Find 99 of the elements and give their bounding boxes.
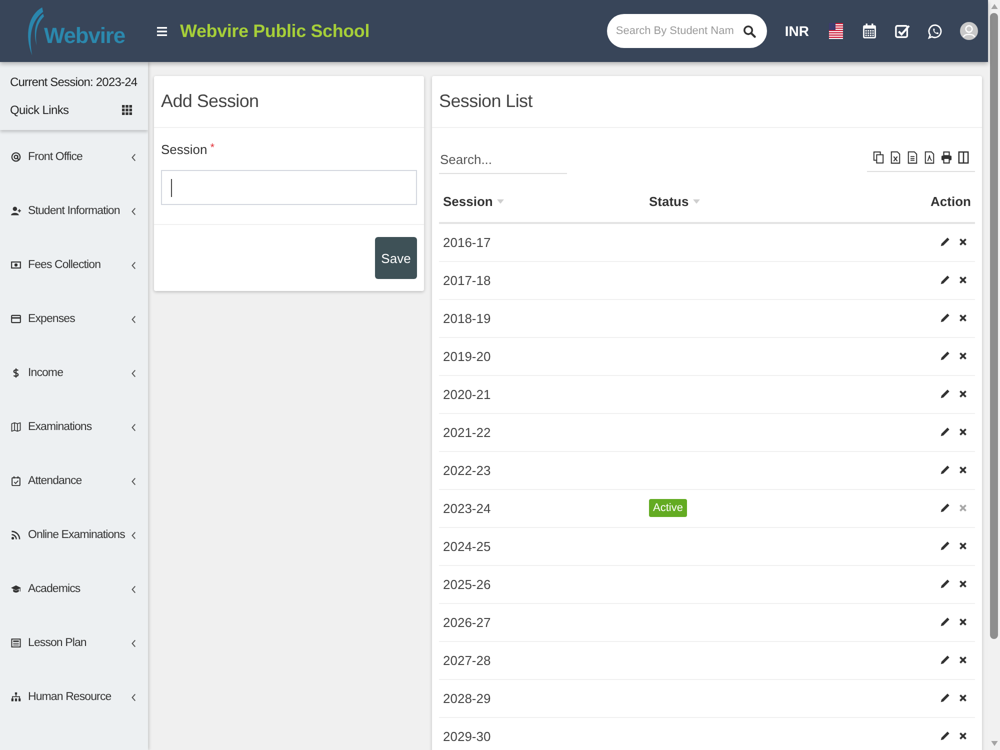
- table-cell: 2022-23: [439, 451, 645, 489]
- table-cell: 2025-26: [439, 565, 645, 603]
- sidebar-item[interactable]: Fees Collection: [0, 238, 148, 292]
- scrollbar-thumb[interactable]: [990, 13, 998, 639]
- table-cell: 2029-30: [439, 717, 645, 750]
- sidebar-item[interactable]: Expenses: [0, 292, 148, 346]
- sort-icon: [692, 199, 700, 204]
- cross-icon[interactable]: [959, 656, 967, 664]
- session-input[interactable]: [161, 170, 417, 205]
- current-session-label: Current Session: 2023-24: [10, 75, 138, 89]
- status-badge: Active: [649, 499, 687, 517]
- text-cursor: [171, 178, 172, 196]
- sidebar-item[interactable]: Income: [0, 346, 148, 400]
- copy-icon[interactable]: [873, 151, 884, 164]
- graduation-cap-icon: [11, 584, 21, 594]
- sidebar-item[interactable]: Online Examinations: [0, 508, 148, 562]
- sidebar-item[interactable]: Front Office: [0, 130, 148, 184]
- feed-icon: [11, 530, 21, 540]
- card-icon: [11, 314, 21, 324]
- currency-button[interactable]: INR: [784, 23, 809, 39]
- field-label: Session: [161, 142, 208, 157]
- sidebar-item[interactable]: Academics: [0, 562, 148, 616]
- cross-icon[interactable]: [959, 276, 967, 284]
- user-plus-icon: [11, 206, 21, 216]
- cross-icon[interactable]: [959, 352, 967, 360]
- column-header[interactable]: Status: [649, 194, 700, 209]
- pencil-icon[interactable]: [940, 389, 950, 399]
- print-icon[interactable]: [941, 151, 952, 164]
- search-field[interactable]: Search...: [439, 146, 567, 174]
- card-title: Session List: [439, 91, 532, 112]
- pencil-icon[interactable]: [940, 503, 950, 513]
- pdf-file-icon[interactable]: [924, 151, 935, 164]
- grid-icon[interactable]: [122, 105, 132, 115]
- table-cell: 2027-28: [439, 641, 645, 679]
- banknote-icon: [11, 260, 21, 270]
- pencil-icon[interactable]: [940, 237, 950, 248]
- save-button[interactable]: Save: [375, 237, 417, 279]
- pencil-icon[interactable]: [940, 465, 950, 475]
- search-button[interactable]: [738, 14, 767, 48]
- sitemap-icon: [11, 692, 21, 702]
- table-cell: 2017-18: [439, 261, 645, 299]
- column-header: Action: [930, 194, 971, 209]
- sidebar-item[interactable]: Lesson Plan: [0, 616, 148, 670]
- avatar-icon[interactable]: [960, 22, 978, 40]
- spreadsheet-file-icon[interactable]: [890, 151, 901, 164]
- cross-icon[interactable]: [959, 314, 967, 322]
- search-field[interactable]: Search By Student Nam: [606, 14, 739, 48]
- document-icon: [11, 638, 21, 648]
- sidebar-item[interactable]: Attendance: [0, 454, 148, 508]
- calendar-check-icon: [11, 476, 21, 486]
- table-cell: 2020-21: [439, 375, 645, 413]
- pencil-icon[interactable]: [940, 541, 950, 551]
- cross-icon[interactable]: [959, 542, 967, 550]
- quick-links-label: Quick Links: [10, 103, 69, 117]
- cross-icon[interactable]: [959, 618, 967, 626]
- cross-icon[interactable]: [959, 238, 967, 246]
- columns-icon[interactable]: [958, 151, 969, 164]
- required-mark: *: [210, 142, 215, 154]
- table-cell: 2023-24: [439, 489, 645, 527]
- table-cell: 2028-29: [439, 679, 645, 717]
- sort-icon: [496, 199, 504, 204]
- pencil-icon[interactable]: [940, 731, 950, 742]
- pencil-icon[interactable]: [940, 313, 950, 323]
- pencil-icon[interactable]: [940, 693, 950, 703]
- table-cell: 2019-20: [439, 337, 645, 375]
- sidebar-item[interactable]: Examinations: [0, 400, 148, 454]
- cross-icon[interactable]: [959, 732, 967, 740]
- check-square-icon[interactable]: [895, 24, 910, 38]
- cross-icon[interactable]: [959, 390, 967, 398]
- column-header[interactable]: Session: [443, 194, 504, 209]
- school-title: Webvire Public School: [180, 20, 370, 42]
- phone-bubble-icon[interactable]: [928, 24, 943, 38]
- pencil-icon[interactable]: [940, 617, 950, 627]
- logo-text: Webvire: [44, 23, 125, 49]
- text-file-icon[interactable]: [907, 151, 918, 164]
- dollar-icon: [11, 368, 21, 378]
- pencil-icon[interactable]: [940, 579, 950, 589]
- table-cell: 2026-27: [439, 603, 645, 641]
- calendar-icon[interactable]: [863, 23, 876, 39]
- table-cell: 2018-19: [439, 299, 645, 337]
- card-title: Add Session: [161, 91, 259, 112]
- pencil-icon[interactable]: [940, 351, 950, 361]
- map-icon: [11, 422, 21, 432]
- cross-icon[interactable]: [959, 466, 967, 474]
- at-sign-icon: [11, 152, 21, 162]
- table-cell: 2024-25: [439, 527, 645, 565]
- menu-icon[interactable]: [157, 26, 167, 36]
- pencil-icon[interactable]: [940, 275, 950, 285]
- flag-icon[interactable]: [829, 23, 843, 39]
- table-cell: 2016-17: [439, 223, 645, 261]
- pencil-icon[interactable]: [940, 655, 950, 665]
- cross-icon[interactable]: [959, 694, 967, 702]
- sidebar-item[interactable]: Student Information: [0, 184, 148, 238]
- cross-icon[interactable]: [959, 428, 967, 436]
- search-icon: [742, 24, 756, 38]
- cross-icon[interactable]: [959, 580, 967, 588]
- pencil-icon[interactable]: [940, 427, 950, 437]
- sidebar-item[interactable]: Human Resource: [0, 670, 148, 724]
- table-cell: 2021-22: [439, 413, 645, 451]
